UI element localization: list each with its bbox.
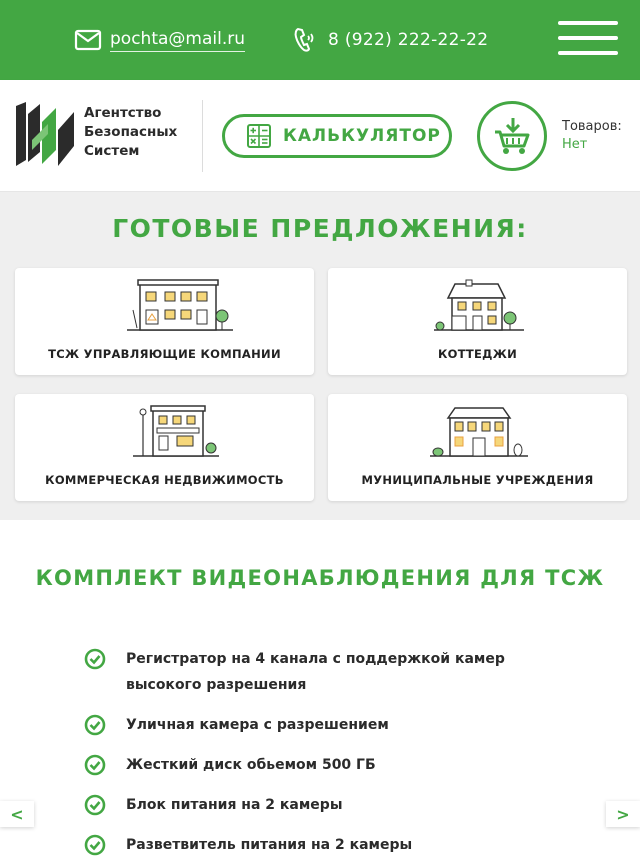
phone-icon	[294, 27, 314, 52]
cart-button[interactable]	[477, 101, 547, 171]
list-item-text: Разветвитель питания на 2 камеры	[126, 837, 413, 853]
logo-icon[interactable]	[14, 100, 76, 172]
kit-title: КОМПЛЕКТ ВИДЕОНАБЛЮДЕНИЯ ДЛЯ ТСЖ	[35, 566, 605, 590]
list-item: Жесткий диск обьемом 500 ГБ	[84, 752, 544, 778]
check-circle-icon	[84, 714, 106, 736]
cart-info: Товаров: Нет	[562, 118, 622, 154]
header-divider	[202, 100, 203, 172]
list-item: Уличная камера с разрешением	[84, 712, 544, 738]
email-text: pochta@mail.ru	[110, 28, 245, 52]
offers-title: ГОТОВЫЕ ПРЕДЛОЖЕНИЯ:	[112, 214, 528, 243]
commercial-building-icon	[133, 405, 219, 457]
calculator-icon	[247, 124, 271, 148]
phone-link[interactable]: 8 (922) 222-22-22	[292, 27, 488, 53]
cottage-icon	[434, 279, 524, 331]
list-item-text: Уличная камера с разрешением	[126, 717, 389, 733]
list-item: Блок питания на 2 камеры	[84, 792, 544, 818]
offer-card-tsj[interactable]: ТСЖ УПРАВЛЯЮЩИЕ КОМПАНИИ	[15, 268, 314, 375]
list-item: Разветвитель питания на 2 камеры	[84, 832, 544, 858]
apartment-building-icon	[127, 279, 233, 331]
list-item-text: Жесткий диск обьемом 500 ГБ	[126, 757, 376, 773]
municipal-building-icon	[430, 407, 528, 457]
header: Агентство Безопасных Систем КАЛЬКУЛЯТОР	[0, 80, 640, 192]
offer-card-label: ТСЖ УПРАВЛЯЮЩИЕ КОМПАНИИ	[48, 347, 281, 361]
list-item-text: Регистратор на 4 канала с поддержкой кам…	[126, 651, 505, 693]
hamburger-menu-icon[interactable]	[558, 20, 618, 56]
offer-card-commercial[interactable]: КОММЕРЧЕСКАЯ НЕДВИЖИМОСТЬ	[15, 394, 314, 501]
check-circle-icon	[84, 794, 106, 816]
cart-count-value[interactable]: Нет	[562, 136, 622, 154]
offers-section: ГОТОВЫЕ ПРЕДЛОЖЕНИЯ: ТСЖ УПРАВЛЯЮЩИЕ КОМ…	[0, 192, 640, 520]
cart-icon	[495, 118, 530, 154]
mail-icon	[74, 29, 102, 51]
calculator-button[interactable]: КАЛЬКУЛЯТОР	[222, 114, 452, 158]
offer-card-cottages[interactable]: КОТТЕДЖИ	[328, 268, 627, 375]
list-item-text: Блок питания на 2 камеры	[126, 797, 343, 813]
phone-number: 8 (922) 222-22-22	[328, 30, 489, 50]
offer-card-municipal[interactable]: МУНИЦИПАЛЬНЫЕ УЧРЕЖДЕНИЯ	[328, 394, 627, 501]
check-circle-icon	[84, 754, 106, 776]
check-circle-icon	[84, 834, 106, 856]
email-link[interactable]: pochta@mail.ru	[74, 28, 245, 52]
top-bar: pochta@mail.ru 8 (922) 222-22-22	[0, 0, 640, 80]
check-circle-icon	[84, 648, 106, 670]
offer-card-label: КОТТЕДЖИ	[437, 347, 518, 361]
list-item: Регистратор на 4 канала с поддержкой кам…	[84, 646, 544, 698]
cart-count-label: Товаров:	[562, 119, 622, 134]
slider-prev-button[interactable]: <	[0, 801, 34, 827]
calculator-label: КАЛЬКУЛЯТОР	[283, 126, 441, 146]
offer-card-label: МУНИЦИПАЛЬНЫЕ УЧРЕЖДЕНИЯ	[361, 473, 594, 487]
slider-next-button[interactable]: >	[606, 801, 640, 827]
kit-list: Регистратор на 4 канала с поддержкой кам…	[84, 646, 544, 860]
offer-card-label: КОММЕРЧЕСКАЯ НЕДВИЖИМОСТЬ	[45, 473, 284, 487]
logo-text: Агентство Безопасных Систем	[84, 105, 178, 159]
